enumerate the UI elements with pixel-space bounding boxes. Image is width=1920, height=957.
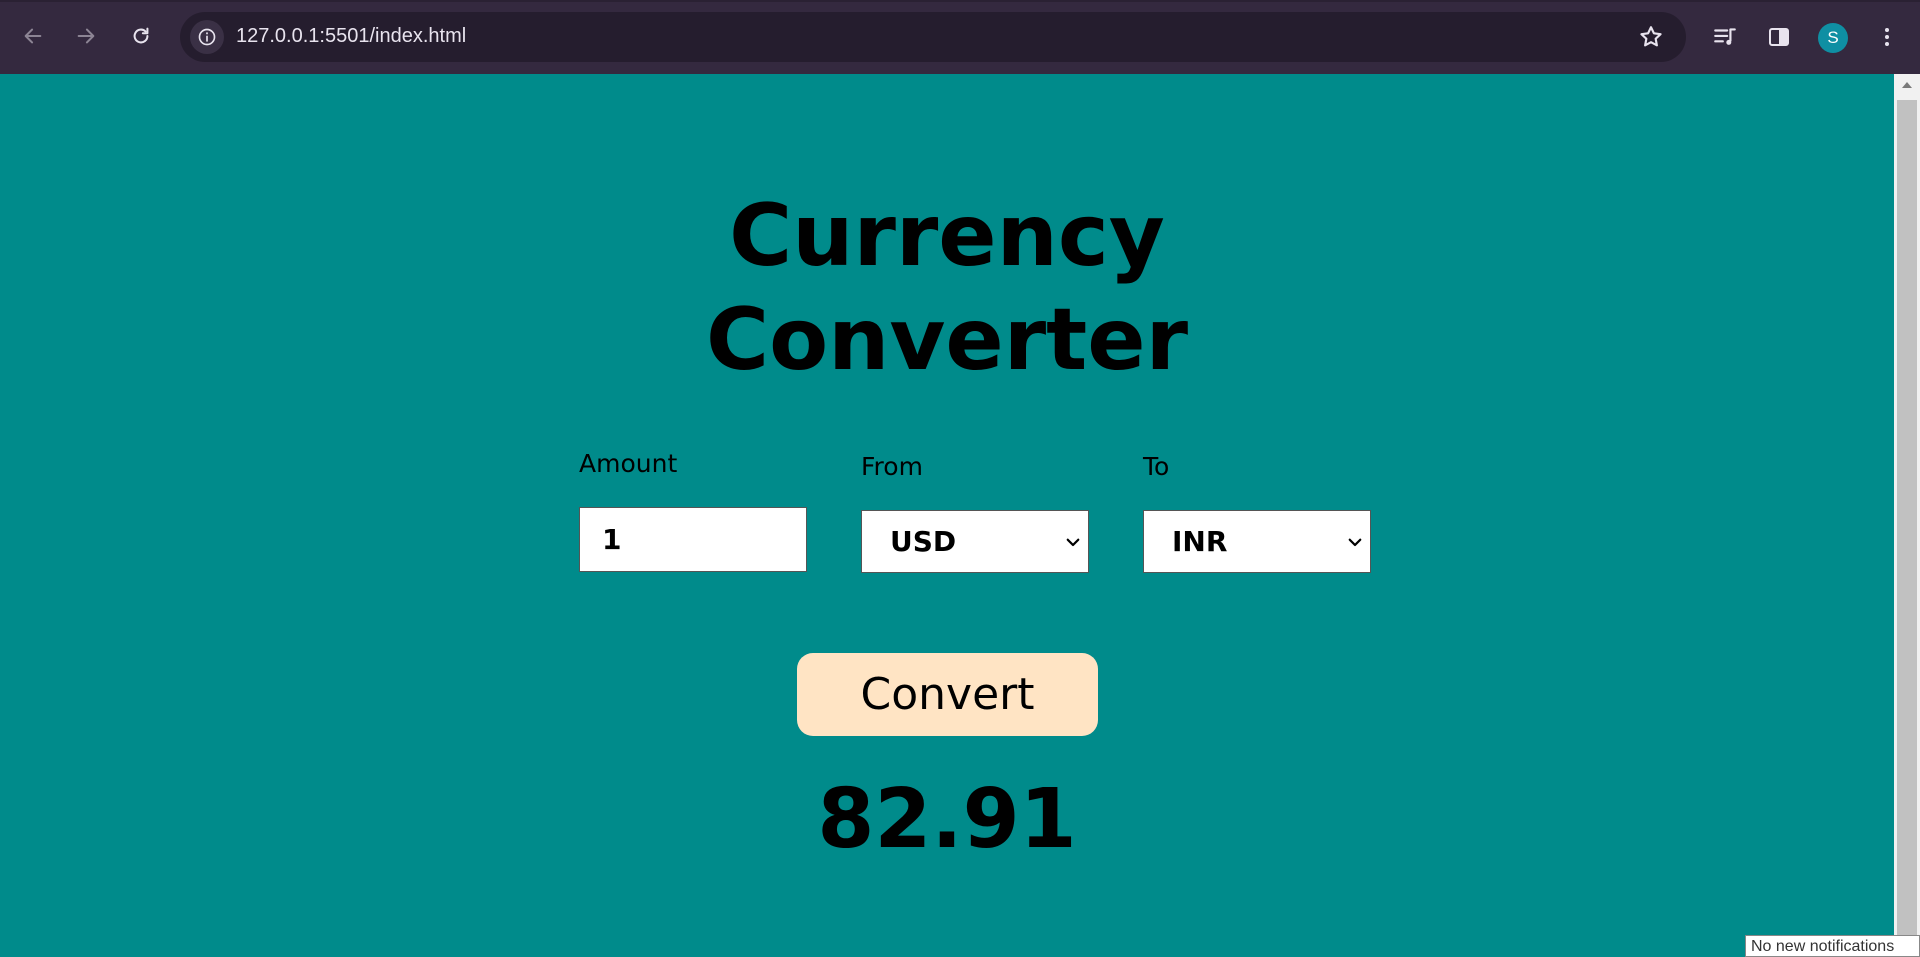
arrow-left-icon [24,28,42,44]
amount-label: Amount [579,449,678,478]
scrollbar-thumb[interactable] [1897,100,1917,957]
profile-avatar[interactable]: S [1818,23,1848,53]
browser-toolbar: 127.0.0.1:5501/index.html S [0,0,1920,74]
to-currency-select[interactable]: INR [1143,510,1371,573]
from-currency-value: USD [890,525,957,558]
convert-button[interactable]: Convert [797,653,1098,736]
from-label: From [861,452,923,481]
title-line-1: Currency [729,186,1165,286]
kebab-menu-icon [1885,28,1889,46]
chevron-down-icon [1348,538,1362,547]
conversion-result: 82.91 [817,772,1077,867]
page-title: Currency Converter [0,184,1894,392]
chevron-down-icon [1066,538,1080,547]
amount-input[interactable] [579,507,807,572]
media-queue-button[interactable] [1710,22,1740,52]
media-queue-icon [1714,28,1736,45]
reload-button[interactable] [124,19,158,53]
url-text[interactable]: 127.0.0.1:5501/index.html [236,25,466,48]
forward-button[interactable] [69,19,103,53]
star-icon[interactable] [1638,24,1664,50]
tab-strip [0,0,1920,2]
to-currency-value: INR [1172,525,1228,558]
notification-tooltip: No new notifications [1745,935,1920,957]
title-line-2: Converter [705,290,1189,390]
vertical-scrollbar[interactable] [1894,74,1920,957]
site-info-button[interactable] [190,20,224,54]
back-button[interactable] [16,19,50,53]
info-icon [198,28,216,46]
address-bar[interactable]: 127.0.0.1:5501/index.html [180,12,1686,62]
browser-menu-button[interactable] [1872,22,1902,52]
from-currency-select[interactable]: USD [861,510,1089,573]
arrow-right-icon [77,28,95,44]
side-panel-icon [1769,28,1789,46]
to-label: To [1143,452,1170,481]
reload-icon [133,27,149,44]
side-panel-button[interactable] [1764,22,1794,52]
scroll-up-arrow-icon[interactable] [1902,82,1912,88]
